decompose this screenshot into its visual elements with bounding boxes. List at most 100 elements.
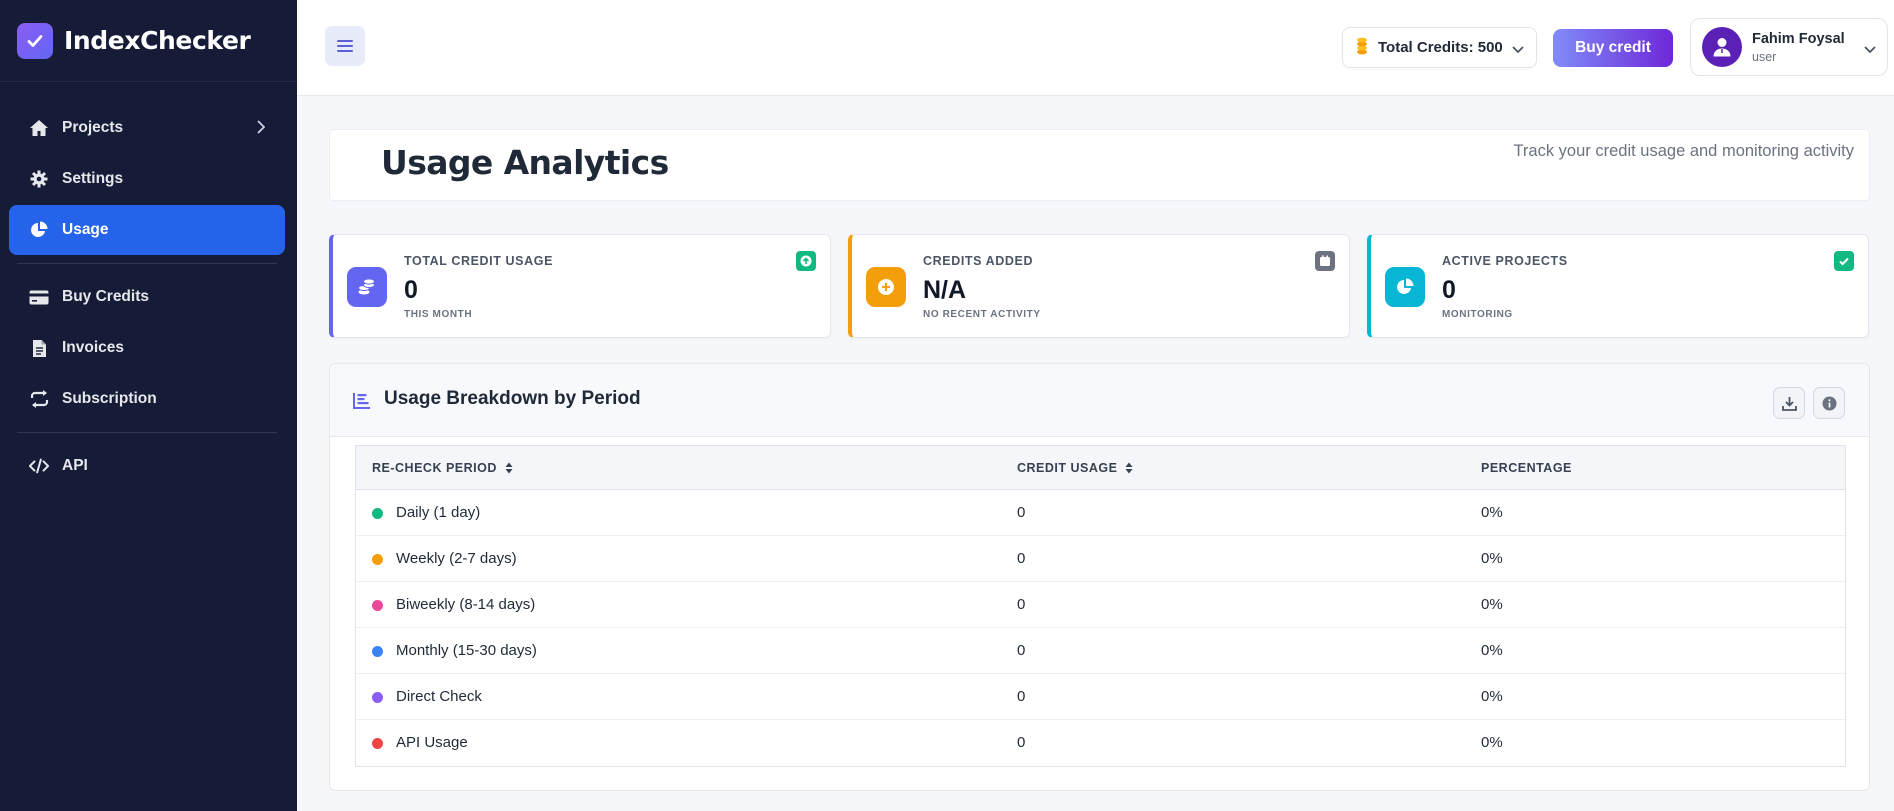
sort-icon	[1125, 462, 1133, 474]
total-credits-dropdown[interactable]: Total Credits: 500	[1342, 27, 1537, 68]
table-row: Monthly (15-30 days) 0 0%	[356, 628, 1845, 674]
stat-value: 0	[1442, 276, 1456, 304]
buy-credit-button[interactable]: Buy credit	[1553, 29, 1673, 67]
page-subtitle: Track your credit usage and monitoring a…	[1513, 142, 1854, 160]
bar-chart-icon	[353, 393, 371, 414]
cell-percentage: 0%	[1481, 596, 1503, 613]
page-title: Usage Analytics	[381, 143, 669, 182]
coins-icon	[1356, 37, 1368, 59]
cell-percentage: 0%	[1481, 688, 1503, 705]
calendar-icon	[1315, 251, 1335, 271]
card-header: Usage Breakdown by Period	[330, 364, 1869, 437]
sidebar-item-usage[interactable]: Usage	[9, 205, 285, 255]
column-header-usage[interactable]: CREDIT USAGE	[1017, 461, 1133, 475]
check-icon	[1834, 251, 1854, 271]
page-header: Usage Analytics Track your credit usage …	[329, 129, 1870, 201]
table-row: API Usage 0 0%	[356, 720, 1845, 766]
document-icon	[29, 338, 49, 358]
sidebar-item-api[interactable]: API	[9, 441, 285, 491]
stat-value: 0	[404, 276, 418, 304]
table-row: Daily (1 day) 0 0%	[356, 490, 1845, 536]
stat-sub: NO RECENT ACTIVITY	[923, 309, 1041, 320]
chevron-down-icon	[1512, 41, 1524, 58]
cell-period: API Usage	[396, 734, 468, 751]
repeat-icon	[29, 389, 49, 409]
download-icon	[1781, 396, 1797, 411]
cell-usage: 0	[1017, 688, 1026, 705]
sort-icon	[505, 462, 513, 474]
cell-period: Biweekly (8-14 days)	[396, 596, 536, 613]
cell-percentage: 0%	[1481, 642, 1503, 659]
brand[interactable]: IndexChecker	[0, 0, 297, 82]
stat-label: ACTIVE PROJECTS	[1442, 254, 1568, 268]
sidebar-item-label: Settings	[62, 170, 124, 187]
status-dot	[372, 738, 383, 749]
cell-usage: 0	[1017, 550, 1026, 567]
sidebar-item-invoices[interactable]: Invoices	[9, 323, 285, 373]
usage-breakdown-card: Usage Breakdown by Period RE-CHECK PERIO…	[329, 363, 1870, 791]
stat-card-credits-added: CREDITS ADDED N/A NO RECENT ACTIVITY	[848, 234, 1350, 338]
table-row: Direct Check 0 0%	[356, 674, 1845, 720]
cell-percentage: 0%	[1481, 550, 1503, 567]
cell-period: Direct Check	[396, 688, 482, 705]
code-icon	[29, 456, 49, 476]
cell-usage: 0	[1017, 504, 1026, 521]
logo-check-icon	[17, 22, 53, 59]
stat-card-active-projects: ACTIVE PROJECTS 0 MONITORING	[1367, 234, 1869, 338]
sidebar-item-projects[interactable]: Projects	[9, 103, 285, 153]
user-role: user	[1752, 50, 1777, 64]
card-title: Usage Breakdown by Period	[384, 388, 641, 409]
status-dot	[372, 600, 383, 611]
sidebar-item-label: Subscription	[62, 390, 157, 407]
sidebar-item-label: Usage	[62, 221, 109, 238]
status-dot	[372, 692, 383, 703]
app-name: IndexChecker	[64, 26, 251, 55]
sidebar: IndexChecker Projects Settings Usage Buy…	[0, 0, 297, 811]
stat-label: TOTAL CREDIT USAGE	[404, 254, 554, 268]
stat-card-total-credit-usage: TOTAL CREDIT USAGE 0 THIS MONTH	[329, 234, 831, 338]
pie-chart-icon	[29, 220, 49, 240]
table-row: Weekly (2-7 days) 0 0%	[356, 536, 1845, 582]
status-dot	[372, 646, 383, 657]
sidebar-item-subscription[interactable]: Subscription	[9, 374, 285, 424]
column-header-period[interactable]: RE-CHECK PERIOD	[372, 461, 513, 475]
coins-icon	[347, 267, 387, 307]
user-name: Fahim Foysal	[1752, 31, 1845, 47]
sidebar-nav: Projects Settings Usage Buy Credits Invo…	[0, 82, 297, 491]
pie-chart-icon	[1385, 267, 1425, 307]
stat-sub: MONITORING	[1442, 309, 1513, 320]
topbar: Total Credits: 500 Buy credit Fahim Foys…	[297, 0, 1894, 96]
hamburger-menu-button[interactable]	[325, 26, 365, 66]
sidebar-item-label: Projects	[62, 119, 124, 136]
download-button[interactable]	[1773, 387, 1805, 419]
sidebar-item-label: Buy Credits	[62, 288, 149, 305]
cell-percentage: 0%	[1481, 734, 1503, 751]
stat-value: N/A	[923, 276, 967, 304]
sidebar-item-label: Invoices	[62, 339, 125, 356]
arrow-up-icon	[796, 251, 816, 271]
hamburger-icon	[337, 40, 353, 52]
cell-usage: 0	[1017, 596, 1026, 613]
cell-period: Weekly (2-7 days)	[396, 550, 517, 567]
avatar-user-icon	[1702, 27, 1742, 67]
sidebar-item-label: API	[62, 457, 88, 474]
user-menu[interactable]: Fahim Foysal user	[1690, 18, 1888, 76]
gear-icon	[29, 169, 49, 189]
cell-percentage: 0%	[1481, 504, 1503, 521]
table-row: Biweekly (8-14 days) 0 0%	[356, 582, 1845, 628]
sidebar-divider	[17, 263, 277, 264]
plus-coin-icon	[866, 267, 906, 307]
chevron-down-icon	[1864, 41, 1876, 59]
chevron-right-icon	[256, 120, 266, 139]
total-credits-label: Total Credits: 500	[1378, 39, 1503, 56]
cell-usage: 0	[1017, 734, 1026, 751]
credit-card-icon	[29, 287, 49, 307]
sidebar-item-settings[interactable]: Settings	[9, 154, 285, 204]
sidebar-item-buy-credits[interactable]: Buy Credits	[9, 272, 285, 322]
info-icon	[1822, 396, 1836, 410]
stat-sub: THIS MONTH	[404, 309, 473, 320]
usage-table: RE-CHECK PERIOD CREDIT USAGE PERCENTAGE …	[355, 445, 1846, 767]
info-button[interactable]	[1813, 387, 1845, 419]
status-dot	[372, 554, 383, 565]
status-dot	[372, 508, 383, 519]
